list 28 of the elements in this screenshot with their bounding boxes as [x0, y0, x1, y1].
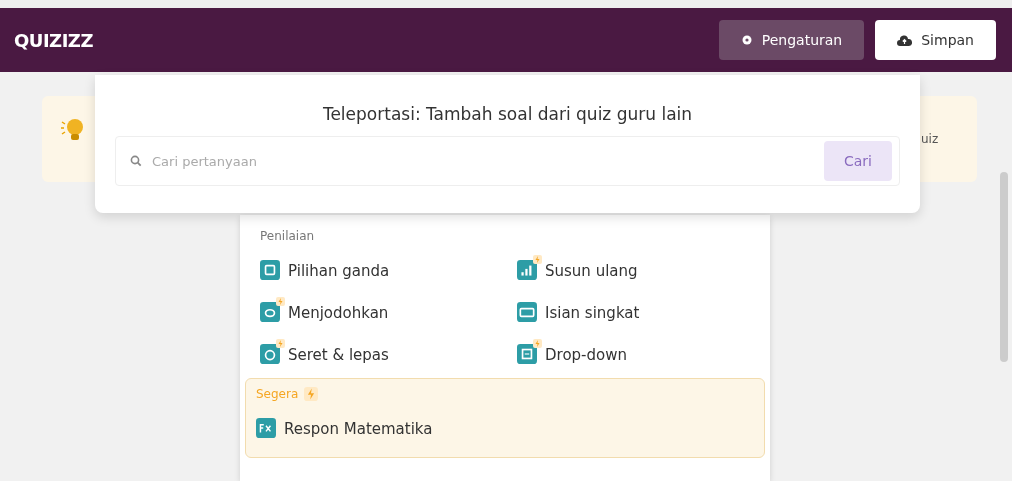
section-label: Penilaian [260, 229, 316, 243]
scrollbar[interactable] [1000, 172, 1008, 362]
dropdown-type-icon [517, 344, 537, 364]
question-type-item[interactable]: Susun ulang [517, 255, 765, 280]
reorder-type-icon [517, 260, 537, 280]
question-type-item[interactable]: Isian singkat [517, 297, 765, 322]
search-button[interactable]: Cari [824, 141, 892, 181]
cloud-upload-icon [897, 34, 913, 46]
fill-type-icon [517, 302, 537, 322]
question-type-item[interactable]: Seret & lepas [260, 339, 517, 364]
popup-title: Teleportasi: Tambah soal dari quiz guru lain [322, 104, 693, 124]
section-label: Segera [256, 387, 299, 401]
bolt-badge-icon [304, 387, 319, 401]
settings-icon [740, 34, 753, 46]
question-type-item[interactable]: Drop-down [517, 339, 765, 364]
drag-type-icon [260, 344, 280, 364]
question-type-item[interactable]: Pilihan ganda [260, 255, 517, 280]
quizizz-logo[interactable]: QUIZIZZ [14, 29, 93, 51]
save-button[interactable]: Simpan [875, 20, 996, 60]
match-type-icon [260, 302, 280, 322]
search-icon [130, 155, 142, 167]
question-type-item[interactable]: Respon Matematika [256, 413, 754, 438]
card-text: uiz [921, 132, 939, 146]
choice-type-icon [260, 260, 280, 280]
math-type-icon [256, 418, 276, 438]
settings-button[interactable]: Pengaturan [718, 20, 865, 60]
search-field[interactable]: Cari pertanyaan Cari [115, 136, 900, 186]
question-type-item[interactable]: Menjodohkan [260, 297, 517, 322]
